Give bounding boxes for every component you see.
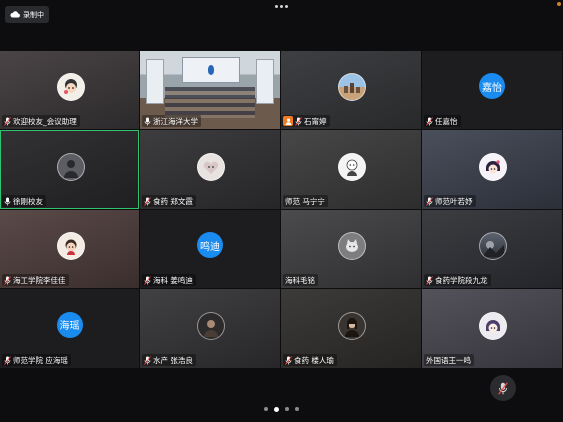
participant-name: 师范 马宁宁: [285, 196, 325, 206]
participant-name-bar: 石甯婷: [281, 115, 330, 127]
participant-name-bar: 师范 马宁宁: [283, 195, 328, 207]
participant-tile[interactable]: 浙江海洋大学: [140, 51, 280, 129]
mic-muted-icon: [426, 116, 433, 126]
participant-tile[interactable]: 水产 张浩良: [140, 289, 280, 368]
participant-name-bar: 水产 张浩良: [142, 354, 196, 366]
participant-name: 师范叶若妤: [435, 196, 473, 206]
mic-icon: [4, 197, 11, 205]
person-avatar-icon: [56, 152, 85, 181]
video-grid: 欢迎校友_会议助理 浙江海洋大学 石甯婷 嘉怡 任嘉怡 徐刚校友 食药 郑文霞 …: [0, 51, 563, 371]
person-avatar-icon: [338, 311, 366, 340]
text-avatar: 鸣迪: [197, 232, 223, 258]
participant-tile[interactable]: 师范 马宁宁: [281, 130, 421, 209]
participant-name: 浙江海洋大学: [153, 116, 198, 126]
mic-muted-icon: [144, 196, 151, 206]
page-dot[interactable]: [264, 407, 268, 411]
participant-name-bar: 食药 郑文霞: [142, 195, 196, 207]
participant-name-bar: 海工学院李佳佳: [2, 274, 69, 286]
participant-tile[interactable]: 鸣迪 海科 姜鸣迪: [140, 210, 280, 288]
participant-name-bar: 徐刚校友: [2, 195, 46, 207]
participant-tile[interactable]: 欢迎校友_会议助理: [0, 51, 139, 129]
mic-muted-icon: [4, 116, 11, 126]
participant-name: 海科 姜鸣迪: [153, 275, 193, 285]
participant-name-bar: 任嘉怡: [424, 115, 461, 127]
window-control-icon[interactable]: [557, 2, 561, 6]
participant-name: 水产 张浩良: [153, 355, 193, 365]
recording-badge[interactable]: 录制中: [5, 6, 49, 23]
participant-name: 欢迎校友_会议助理: [13, 116, 77, 126]
page-dot[interactable]: [285, 407, 289, 411]
text-avatar: 嘉怡: [479, 73, 505, 99]
participant-tile[interactable]: 徐刚校友: [0, 130, 139, 209]
participant-tile[interactable]: 食药 楼人瑜: [281, 289, 421, 368]
mic-muted-icon: [4, 355, 11, 365]
participant-name-bar: 外国语王一鸣: [424, 354, 474, 366]
participant-name-bar: 浙江海洋大学: [142, 115, 201, 127]
cartoon-avatar-icon: [56, 73, 85, 101]
participant-tile[interactable]: 食药学院段九龙: [422, 210, 562, 288]
cloud-icon: [10, 11, 20, 18]
participant-name: 任嘉怡: [435, 116, 458, 126]
cartoon-avatar-icon: [479, 311, 507, 340]
participant-name: 海科毛铭: [285, 275, 315, 285]
page-dot[interactable]: [295, 407, 299, 411]
participant-tile[interactable]: 海瑶 师范学院 应海瑶: [0, 289, 139, 368]
mic-muted-icon: [4, 275, 11, 285]
cartoon-avatar-icon: [338, 152, 366, 181]
participant-tile[interactable]: 石甯婷: [281, 51, 421, 129]
mic-muted-icon: [285, 355, 292, 365]
mic-muted-icon: [426, 275, 433, 285]
more-menu-icon[interactable]: [271, 2, 291, 10]
participant-name-bar: 欢迎校友_会议助理: [2, 115, 80, 127]
participant-name-bar: 食药学院段九龙: [424, 274, 491, 286]
participant-name: 徐刚校友: [13, 196, 43, 206]
person-avatar-icon: [197, 311, 225, 340]
participant-name-bar: 师范叶若妤: [424, 195, 476, 207]
participant-tile[interactable]: 海科毛铭: [281, 210, 421, 288]
participant-name: 外国语王一鸣: [426, 355, 471, 365]
participant-name: 石甯婷: [304, 116, 327, 126]
participant-name: 食药 郑文霞: [153, 196, 193, 206]
mic-icon: [144, 117, 151, 125]
participant-tile[interactable]: 食药 郑文霞: [140, 130, 280, 209]
participant-name-bar: 海科毛铭: [283, 274, 318, 286]
mic-muted-icon: [144, 275, 151, 285]
participant-tile[interactable]: 嘉怡 任嘉怡: [422, 51, 562, 129]
page-indicator[interactable]: [0, 405, 563, 413]
mic-muted-icon: [144, 355, 151, 365]
cityscape-avatar-icon: [338, 73, 366, 101]
participant-name: 食药学院段九龙: [435, 275, 488, 285]
animal-avatar-icon: [338, 232, 366, 260]
cartoon-avatar-icon: [197, 152, 225, 181]
floating-mic-button[interactable]: [490, 375, 516, 401]
mic-muted-icon: [498, 381, 508, 395]
participant-tile[interactable]: 海工学院李佳佳: [0, 210, 139, 288]
participant-tile[interactable]: 师范叶若妤: [422, 130, 562, 209]
participant-name: 师范学院 应海瑶: [13, 355, 68, 365]
cartoon-avatar-icon: [56, 232, 85, 260]
host-badge-icon: [283, 116, 293, 126]
cartoon-avatar-icon: [479, 152, 507, 181]
mic-muted-icon: [426, 196, 433, 206]
participant-tile[interactable]: 外国语王一鸣: [422, 289, 562, 368]
participant-name-bar: 海科 姜鸣迪: [142, 274, 196, 286]
recording-label: 录制中: [23, 10, 44, 19]
participant-name: 食药 楼人瑜: [294, 355, 334, 365]
participant-name: 海工学院李佳佳: [13, 275, 66, 285]
mic-muted-icon: [295, 116, 302, 126]
participant-name-bar: 师范学院 应海瑶: [2, 354, 71, 366]
text-avatar: 海瑶: [56, 311, 83, 338]
photo-avatar-icon: [479, 232, 507, 260]
participant-name-bar: 食药 楼人瑜: [283, 354, 337, 366]
page-dot-active[interactable]: [274, 406, 279, 412]
